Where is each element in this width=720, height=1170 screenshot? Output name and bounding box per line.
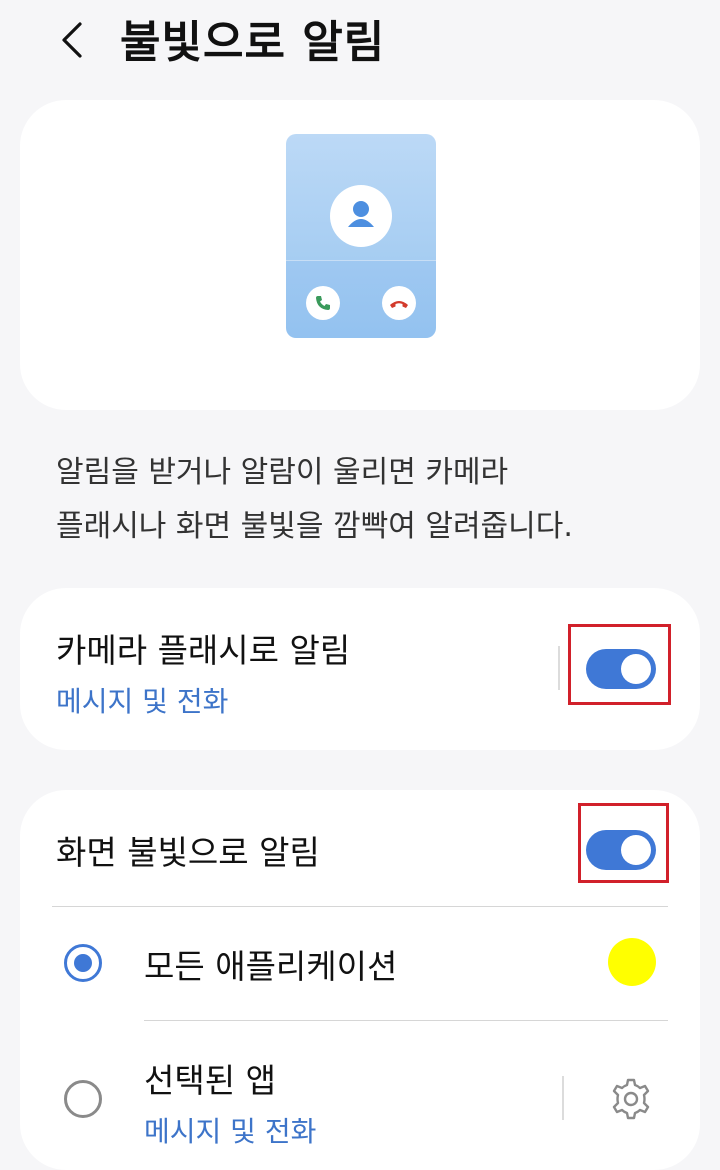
phone-divider xyxy=(286,260,436,261)
camera-flash-subtitle: 메시지 및 전화 xyxy=(56,685,229,718)
vertical-divider xyxy=(562,1076,564,1120)
section-divider xyxy=(52,906,668,907)
radio-selected-apps[interactable] xyxy=(64,1080,102,1118)
phone-illustration xyxy=(286,134,436,338)
option-selected-apps-subtitle: 메시지 및 전화 xyxy=(144,1115,317,1148)
description-line-2: 플래시나 화면 불빛을 깜빡여 알려줍니다. xyxy=(56,509,573,544)
description-text: 알림을 받거나 알람이 울리면 카메라 플래시나 화면 불빛을 깜빡여 알려줍니… xyxy=(56,446,676,554)
flash-color-swatch[interactable] xyxy=(608,938,656,986)
screen-flash-card: 화면 불빛으로 알림 모든 애플리케이션 선택된 앱 메시지 및 전화 xyxy=(20,790,700,1170)
option-all-apps-label: 모든 애플리케이션 xyxy=(144,947,398,986)
camera-flash-title: 카메라 플래시로 알림 xyxy=(56,631,351,670)
chevron-left-icon xyxy=(62,22,82,58)
decline-call-icon xyxy=(382,286,416,320)
gear-icon[interactable] xyxy=(608,1076,654,1122)
highlight-box xyxy=(578,803,669,883)
description-line-1: 알림을 받거나 알람이 울리면 카메라 xyxy=(56,455,509,490)
back-button[interactable] xyxy=(52,16,92,64)
illustration-card xyxy=(20,100,700,410)
option-divider xyxy=(144,1020,668,1021)
camera-flash-card[interactable]: 카메라 플래시로 알림 메시지 및 전화 xyxy=(20,588,700,750)
page-title: 불빛으로 알림 xyxy=(120,17,386,68)
highlight-box xyxy=(568,624,671,705)
vertical-divider xyxy=(558,646,560,690)
contact-avatar-icon xyxy=(330,185,392,247)
app-header: 불빛으로 알림 xyxy=(0,0,720,80)
accept-call-icon xyxy=(306,286,340,320)
screen-flash-title: 화면 불빛으로 알림 xyxy=(56,833,320,872)
radio-all-apps[interactable] xyxy=(64,944,102,982)
option-selected-apps-label: 선택된 앱 xyxy=(144,1061,276,1100)
